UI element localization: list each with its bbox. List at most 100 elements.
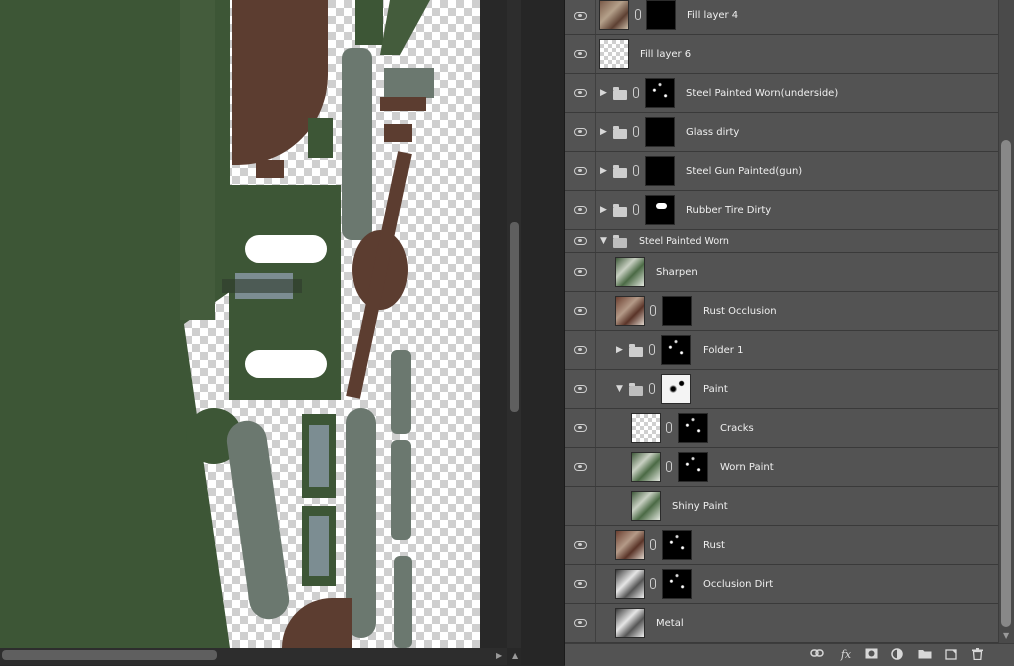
link-icon[interactable] xyxy=(650,578,656,589)
link-icon[interactable] xyxy=(633,126,639,137)
expand-arrow-icon[interactable]: ▶ xyxy=(600,206,607,215)
link-icon[interactable] xyxy=(650,305,656,316)
layer-row-group-steel-painted-worn-underside[interactable]: ▶ Steel Painted Worn(underside) xyxy=(565,74,998,113)
layer-thumbnail[interactable] xyxy=(631,413,661,443)
layer-row-fill-layer-6[interactable]: Fill layer 6 xyxy=(565,35,998,74)
layers-scroll-down-icon[interactable]: ▼ xyxy=(1003,632,1009,640)
uv-island-bracket xyxy=(384,68,434,98)
eye-icon xyxy=(573,541,587,549)
layer-row-cracks[interactable]: Cracks xyxy=(565,409,998,448)
visibility-toggle[interactable] xyxy=(565,0,596,34)
link-layers-button[interactable] xyxy=(809,648,825,662)
link-icon[interactable] xyxy=(650,539,656,550)
layer-row-fill-layer-4[interactable]: Fill layer 4 xyxy=(565,0,998,35)
adjustment-layer-button[interactable] xyxy=(889,648,905,662)
layer-row-worn-paint[interactable]: Worn Paint xyxy=(565,448,998,487)
visibility-toggle[interactable] xyxy=(565,191,596,229)
layer-thumbnail[interactable] xyxy=(631,452,661,482)
texture-canvas[interactable] xyxy=(0,0,480,648)
eye-icon xyxy=(573,346,587,354)
layer-row-group-rubber-tire-dirty[interactable]: ▶ Rubber Tire Dirty xyxy=(565,191,998,230)
layer-mask-thumbnail[interactable] xyxy=(645,78,675,108)
link-icon[interactable] xyxy=(666,422,672,433)
eye-icon xyxy=(573,89,587,97)
visibility-toggle[interactable] xyxy=(565,35,596,73)
link-icon[interactable] xyxy=(649,383,655,394)
visibility-toggle[interactable] xyxy=(565,565,596,603)
visibility-toggle[interactable] xyxy=(565,113,596,151)
layer-mask-thumbnail[interactable] xyxy=(678,452,708,482)
layer-row-metal[interactable]: Metal xyxy=(565,604,998,643)
scroll-arrow-right-icon[interactable]: ▶ xyxy=(496,652,502,660)
collapse-arrow-icon[interactable]: ▼ xyxy=(616,385,623,394)
link-icon[interactable] xyxy=(666,461,672,472)
layer-mask-thumbnail[interactable] xyxy=(678,413,708,443)
panel-splitter[interactable] xyxy=(521,0,565,665)
visibility-toggle[interactable] xyxy=(565,230,596,252)
visibility-toggle[interactable] xyxy=(565,74,596,112)
layer-mask-thumbnail[interactable] xyxy=(645,156,675,186)
layer-row-group-folder-1[interactable]: ▶ Folder 1 xyxy=(565,331,998,370)
layer-mask-thumbnail[interactable] xyxy=(645,195,675,225)
visibility-toggle[interactable] xyxy=(565,253,596,291)
uv-island-glass-2 xyxy=(309,516,329,576)
expand-arrow-icon[interactable]: ▶ xyxy=(600,167,607,176)
folder-icon xyxy=(613,87,627,100)
layer-style-fx-button[interactable]: fx xyxy=(837,648,855,662)
layer-row-occlusion-dirt[interactable]: Occlusion Dirt xyxy=(565,565,998,604)
layer-row-rust-occlusion[interactable]: Rust Occlusion xyxy=(565,292,998,331)
visibility-toggle[interactable] xyxy=(565,370,596,408)
layers-scroll-thumb[interactable] xyxy=(1001,140,1011,627)
visibility-toggle[interactable] xyxy=(565,448,596,486)
layer-row-group-steel-painted-worn[interactable]: ▼ Steel Painted Worn xyxy=(565,230,998,253)
link-icon[interactable] xyxy=(633,87,639,98)
layer-row-group-steel-gun-painted[interactable]: ▶ Steel Gun Painted(gun) xyxy=(565,152,998,191)
layer-thumbnail[interactable] xyxy=(615,530,645,560)
layer-mask-thumbnail[interactable] xyxy=(662,530,692,560)
canvas-vertical-scroll-thumb[interactable] xyxy=(510,222,519,412)
link-icon[interactable] xyxy=(649,344,655,355)
new-group-button[interactable] xyxy=(917,648,933,662)
new-layer-button[interactable] xyxy=(943,648,959,662)
visibility-toggle[interactable] xyxy=(565,604,596,642)
layer-mask-thumbnail[interactable] xyxy=(662,296,692,326)
uv-island-glass-1 xyxy=(309,425,329,487)
layer-mask-thumbnail[interactable] xyxy=(646,0,676,30)
collapse-arrow-icon[interactable]: ▼ xyxy=(600,237,607,246)
layer-row-group-paint[interactable]: ▼ Paint xyxy=(565,370,998,409)
layer-list[interactable]: Fill layer 4 Fill layer 6 ▶ Steel Painte… xyxy=(565,0,998,643)
link-icon[interactable] xyxy=(635,9,641,20)
layer-row-rust[interactable]: Rust xyxy=(565,526,998,565)
expand-arrow-icon[interactable]: ▶ xyxy=(600,128,607,137)
layer-mask-thumbnail[interactable] xyxy=(662,569,692,599)
layer-mask-thumbnail[interactable] xyxy=(661,374,691,404)
layer-thumbnail[interactable] xyxy=(615,569,645,599)
visibility-toggle[interactable] xyxy=(565,409,596,447)
eye-icon xyxy=(573,580,587,588)
scroll-arrow-up-icon[interactable]: ▲ xyxy=(512,652,518,660)
visibility-toggle[interactable] xyxy=(565,152,596,190)
expand-arrow-icon[interactable]: ▶ xyxy=(600,89,607,98)
layer-thumbnail[interactable] xyxy=(615,608,645,638)
expand-arrow-icon[interactable]: ▶ xyxy=(616,346,623,355)
layer-row-sharpen[interactable]: Sharpen xyxy=(565,253,998,292)
uv-island-wing xyxy=(180,0,215,320)
delete-layer-button[interactable] xyxy=(969,648,985,662)
layer-row-group-glass-dirty[interactable]: ▶ Glass dirty xyxy=(565,113,998,152)
canvas-horizontal-scroll-thumb[interactable] xyxy=(2,650,217,660)
layer-mask-thumbnail[interactable] xyxy=(661,335,691,365)
layer-mask-thumbnail[interactable] xyxy=(645,117,675,147)
link-icon[interactable] xyxy=(633,204,639,215)
layer-thumbnail[interactable] xyxy=(599,39,629,69)
link-icon[interactable] xyxy=(633,165,639,176)
add-mask-button[interactable] xyxy=(863,648,879,662)
visibility-toggle[interactable] xyxy=(565,292,596,330)
layer-row-shiny-paint[interactable]: Shiny Paint xyxy=(565,487,998,526)
visibility-toggle[interactable] xyxy=(565,331,596,369)
document-canvas-area[interactable]: ▼ xyxy=(0,0,507,648)
layer-thumbnail[interactable] xyxy=(599,0,629,30)
visibility-toggle[interactable] xyxy=(565,526,596,564)
layer-thumbnail[interactable] xyxy=(615,296,645,326)
layer-thumbnail[interactable] xyxy=(631,491,661,521)
layer-thumbnail[interactable] xyxy=(615,257,645,287)
